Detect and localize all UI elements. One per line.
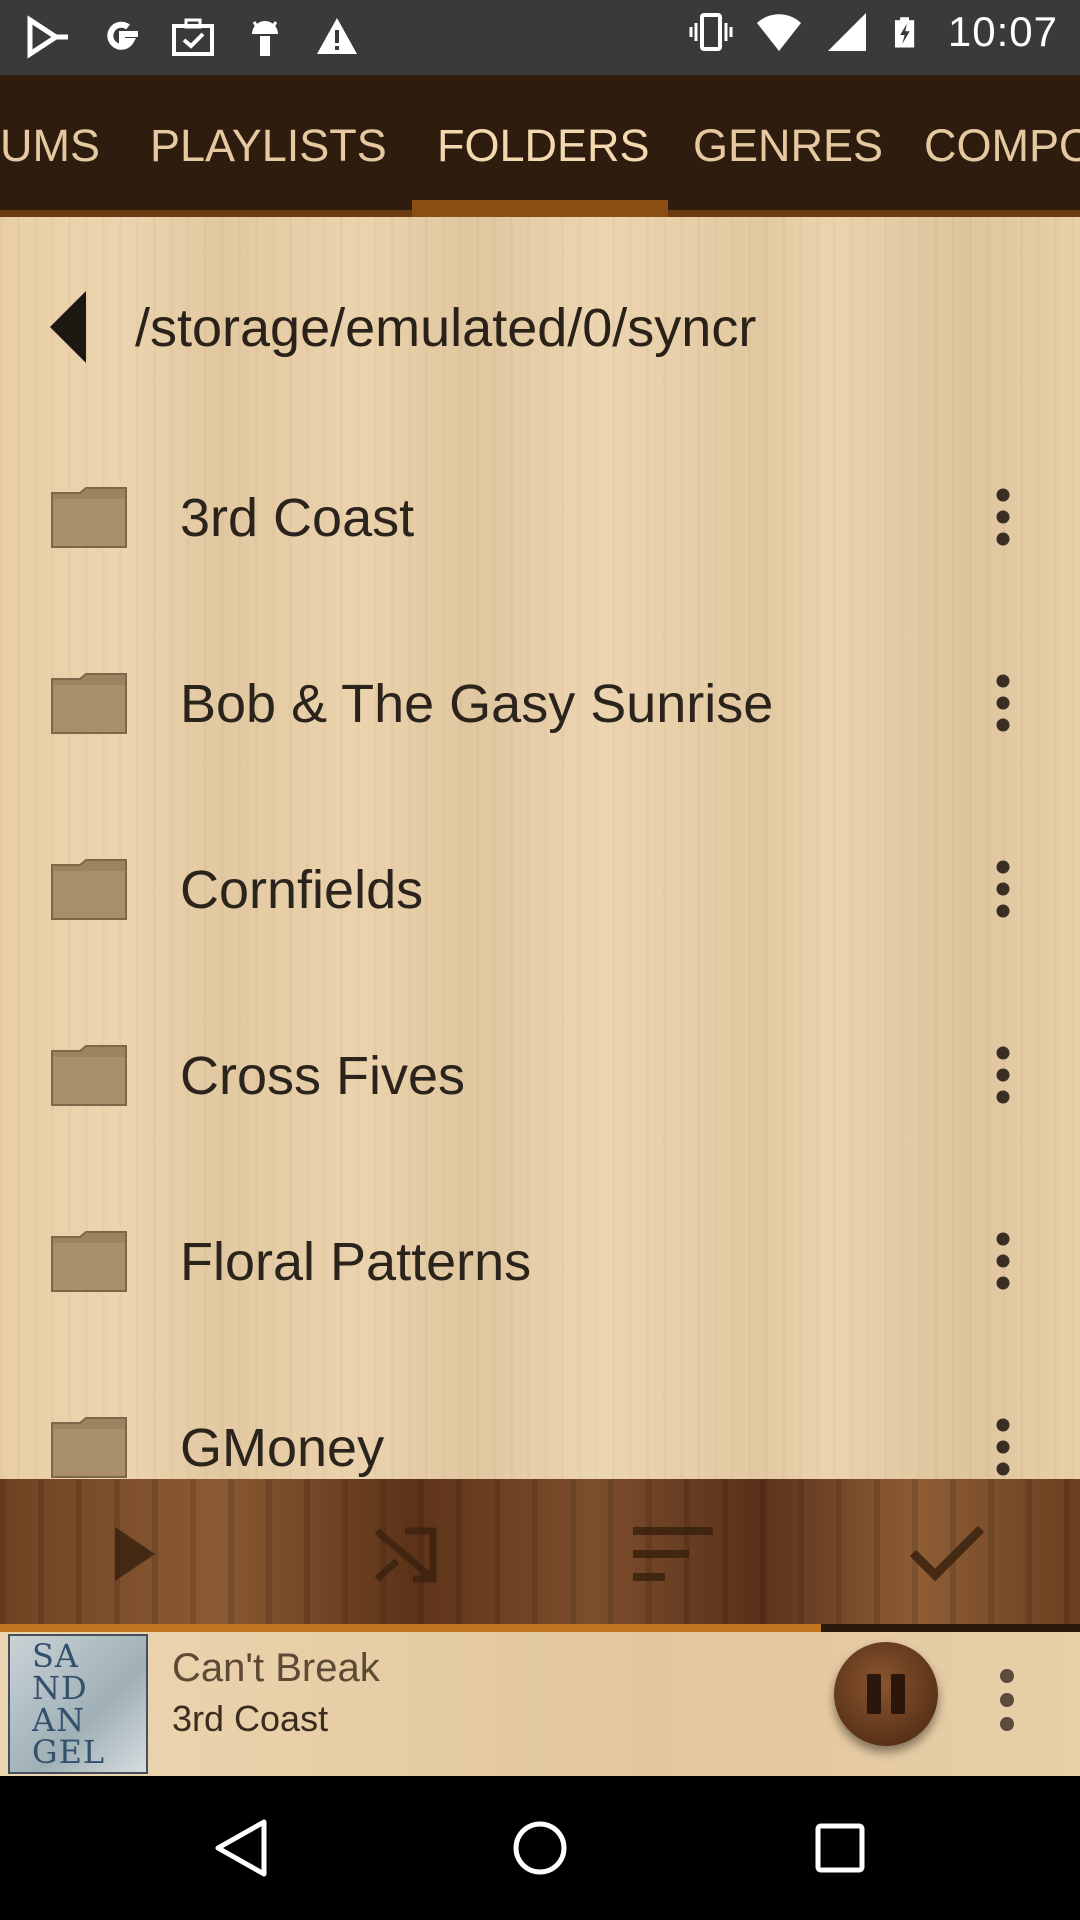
pause-icon (867, 1674, 881, 1714)
more-options-icon[interactable] (990, 1417, 1016, 1477)
folder-browser: /storage/emulated/0/syncr 3rd Coast Bob &… (0, 217, 1080, 1479)
vibrate-icon (689, 13, 733, 51)
battery-charging-icon (894, 17, 915, 48)
track-artist: 3rd Coast (172, 1698, 329, 1739)
folder-row[interactable]: Cornfields (0, 809, 1080, 995)
clock: 10:07 (947, 8, 1058, 55)
tab-albums[interactable]: UMS (0, 120, 100, 172)
warning-icon (317, 18, 357, 54)
back-arrow-icon[interactable] (48, 289, 88, 365)
more-options-icon[interactable] (990, 673, 1016, 733)
folder-name: GMoney (180, 1418, 385, 1478)
album-art-line: ND (32, 1669, 88, 1707)
tab-folders[interactable]: FOLDERS (437, 120, 650, 172)
google-icon (107, 21, 138, 50)
current-path: /storage/emulated/0/syncr (135, 298, 757, 358)
folder-name: 3rd Coast (180, 488, 415, 548)
folder-name: Cross Fives (180, 1046, 466, 1106)
path-row[interactable]: /storage/emulated/0/syncr (0, 267, 1080, 367)
pause-button[interactable] (834, 1642, 938, 1746)
navigation-bar (0, 1776, 1080, 1920)
folder-row[interactable]: GMoney (0, 1367, 1080, 1479)
album-art-line: SA (32, 1637, 80, 1675)
track-title: Can't Break (172, 1646, 380, 1690)
playback-progress[interactable] (0, 1624, 1080, 1632)
more-options-icon[interactable] (990, 487, 1016, 547)
tab-genres[interactable]: GENRES (693, 120, 883, 172)
progress-fill (0, 1624, 821, 1632)
play-icon[interactable] (95, 1519, 175, 1589)
tab-playlists[interactable]: PLAYLISTS (150, 120, 387, 172)
folder-icon (51, 1231, 127, 1292)
briefcase-check-icon (172, 18, 214, 56)
album-art[interactable]: SA ND AN GEL (8, 1634, 148, 1774)
more-options-icon[interactable] (990, 1045, 1016, 1105)
mini-player[interactable]: SA ND AN GEL Can't Break 3rd Coast (0, 1632, 1080, 1776)
action-bar (0, 1479, 1080, 1624)
folder-row[interactable]: Floral Patterns (0, 1181, 1080, 1367)
album-art-lettering: SA ND AN GEL (32, 1640, 105, 1768)
more-options-icon[interactable] (990, 1231, 1016, 1291)
signal-icon (827, 13, 866, 51)
folder-row[interactable]: Bob & The Gasy Sunrise (0, 623, 1080, 809)
shuffle-icon[interactable] (365, 1519, 445, 1589)
status-bar: 10:07 (0, 0, 1080, 75)
wifi-icon (756, 14, 801, 51)
more-options-icon[interactable] (994, 1668, 1020, 1732)
folder-name: Bob & The Gasy Sunrise (180, 674, 774, 734)
folder-icon (51, 673, 127, 734)
tab-indicator (412, 200, 668, 217)
folder-icon (51, 1417, 127, 1478)
folder-icon (51, 859, 127, 920)
play-store-icon (27, 15, 68, 59)
tab-composers[interactable]: COMPO (924, 120, 1080, 172)
nav-back-icon[interactable] (212, 1818, 272, 1878)
check-icon[interactable] (907, 1519, 987, 1589)
folder-name: Floral Patterns (180, 1232, 532, 1292)
tab-bar: UMS PLAYLISTS FOLDERS GENRES COMPO (0, 75, 1080, 217)
folder-name: Cornfields (180, 860, 424, 920)
sort-icon[interactable] (633, 1519, 713, 1589)
folder-row[interactable]: 3rd Coast (0, 437, 1080, 623)
folder-icon (51, 1045, 127, 1106)
more-options-icon[interactable] (990, 859, 1016, 919)
folder-row[interactable]: Cross Fives (0, 995, 1080, 1181)
album-art-line: GEL (32, 1733, 106, 1771)
album-art-line: AN (32, 1701, 86, 1739)
folder-icon (51, 487, 127, 548)
android-icon (252, 21, 278, 56)
nav-home-icon[interactable] (510, 1818, 570, 1878)
nav-recents-icon[interactable] (810, 1818, 870, 1878)
